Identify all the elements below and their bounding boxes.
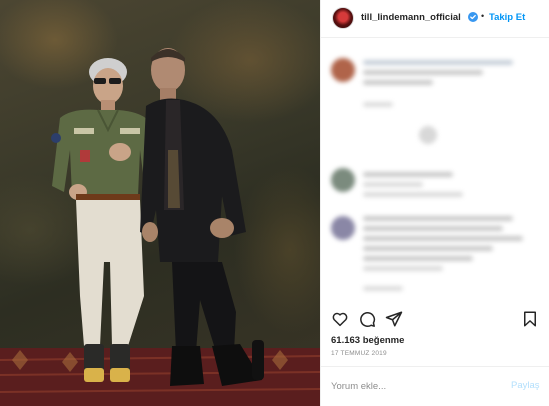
post-header: till_lindemann_official • Takip Et [321,0,549,38]
heart-icon[interactable] [331,310,349,328]
account-username[interactable]: till_lindemann_official [361,12,461,23]
follow-button[interactable]: Takip Et [489,12,525,23]
post-photo[interactable] [0,0,320,406]
comments-list[interactable] [321,40,549,302]
likes-count[interactable]: 61.163 beğenme [331,335,404,346]
bookmark-icon[interactable] [521,310,539,328]
comment-icon[interactable] [358,310,376,328]
post-date[interactable]: 17 TEMMUZ 2019 [331,350,387,357]
header-separator: • [481,11,485,21]
comment-input[interactable] [331,377,491,395]
photo-scene [0,48,320,406]
right-person [140,48,264,386]
share-icon[interactable] [385,310,403,328]
post-side-panel: till_lindemann_official • Takip Et 61.16… [320,0,549,406]
post-actions [321,302,549,332]
verified-badge-icon [468,12,478,22]
account-avatar[interactable] [332,7,354,29]
add-comment-bar: Paylaş [321,366,549,406]
post-comment-button[interactable]: Paylaş [511,380,540,391]
blurred-comments [321,40,549,302]
